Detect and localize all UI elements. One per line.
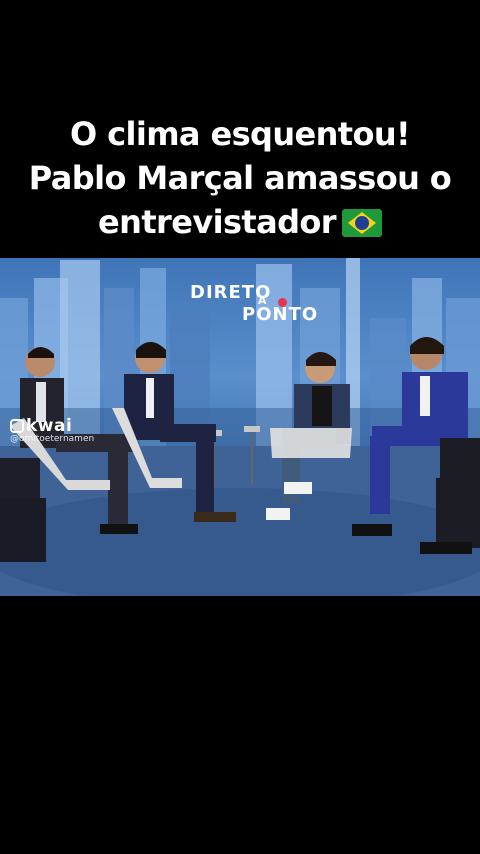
brazil-flag-icon xyxy=(341,209,382,237)
logo-line-2: PONTO xyxy=(242,304,319,325)
video-player[interactable]: DIRETO A PONTO kwai @omitoeternamen xyxy=(0,258,480,596)
caption-line-2: Pablo Marçal amassou o xyxy=(28,159,452,197)
kwai-watermark: kwai @omitoeternamen xyxy=(10,416,94,444)
caption-line-1: O clima esquentou! xyxy=(69,115,411,153)
caption-line-3: entrevistador xyxy=(98,203,337,241)
caption-line-3-wrap: entrevistador xyxy=(0,200,480,244)
video-caption: O clima esquentou! Pablo Marçal amassou … xyxy=(0,112,480,244)
kwai-logo-icon xyxy=(10,419,24,433)
watermark-brand-wrap: kwai xyxy=(10,416,94,436)
program-logo: DIRETO A PONTO xyxy=(190,282,317,336)
watermark-handle: @omitoeternamen xyxy=(10,434,95,444)
watermark-brand: kwai xyxy=(26,416,73,436)
